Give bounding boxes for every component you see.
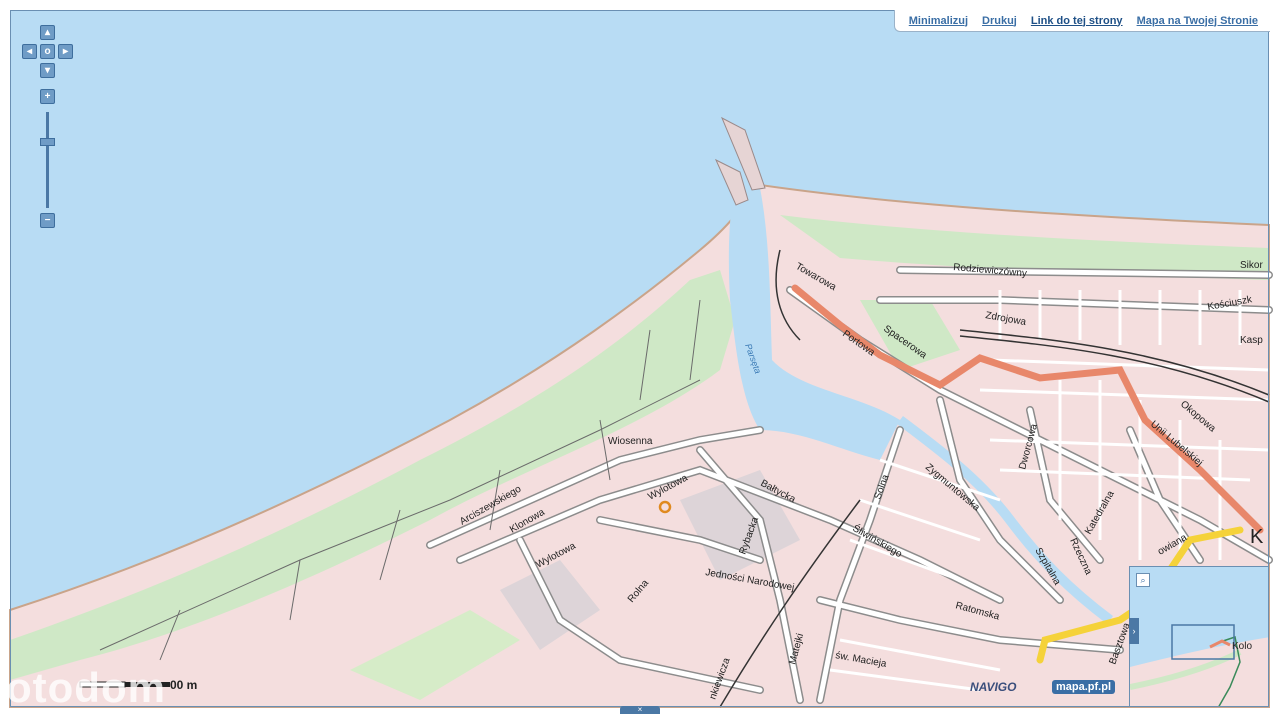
bottom-close-tab[interactable]: × <box>620 706 660 714</box>
pan-up-button[interactable]: ▴ <box>40 25 55 40</box>
pan-down-button[interactable]: ▾ <box>40 63 55 78</box>
zoom-slider-thumb[interactable] <box>40 138 55 146</box>
navigo-logo: NAVIGO <box>970 680 1017 694</box>
pan-right-button[interactable]: ▸ <box>58 44 73 59</box>
minimap-toggle-button[interactable]: › <box>1129 618 1139 644</box>
embed-map-link[interactable]: Mapa na Twojej Stronie <box>1137 15 1258 27</box>
map-toolbar: Minimalizuj Drukuj Link do tej strony Ma… <box>893 10 1270 32</box>
minimize-link[interactable]: Minimalizuj <box>909 15 968 27</box>
print-link[interactable]: Drukuj <box>982 15 1017 27</box>
otodom-watermark: otodom <box>6 664 166 711</box>
zoom-in-button[interactable]: + <box>40 89 55 104</box>
label-kasp: Kasp <box>1240 335 1263 346</box>
map-canvas[interactable]: Wiosenna Wylotowa Wylotowa Bałtycka Arci… <box>0 0 1280 714</box>
center-button[interactable]: o <box>40 44 55 59</box>
label-city: K <box>1250 526 1264 548</box>
overview-minimap[interactable]: Kolo <box>1129 566 1269 707</box>
label-wiosenna: Wiosenna <box>608 436 653 447</box>
minimap-canvas: Kolo <box>1130 567 1268 706</box>
label-sikor: Sikor <box>1240 260 1263 271</box>
page-link[interactable]: Link do tej strony <box>1031 15 1123 27</box>
zoom-out-button[interactable]: − <box>40 213 55 228</box>
scale-label: 00 m <box>170 678 198 692</box>
minimap-zoom-icon[interactable]: ⌕ <box>1136 573 1150 587</box>
pan-left-button[interactable]: ◂ <box>22 44 37 59</box>
zoom-slider-track[interactable] <box>46 112 49 208</box>
mapa-logo[interactable]: mapa.pf.pl <box>1052 680 1116 694</box>
minimap-label: Kolo <box>1232 641 1252 652</box>
